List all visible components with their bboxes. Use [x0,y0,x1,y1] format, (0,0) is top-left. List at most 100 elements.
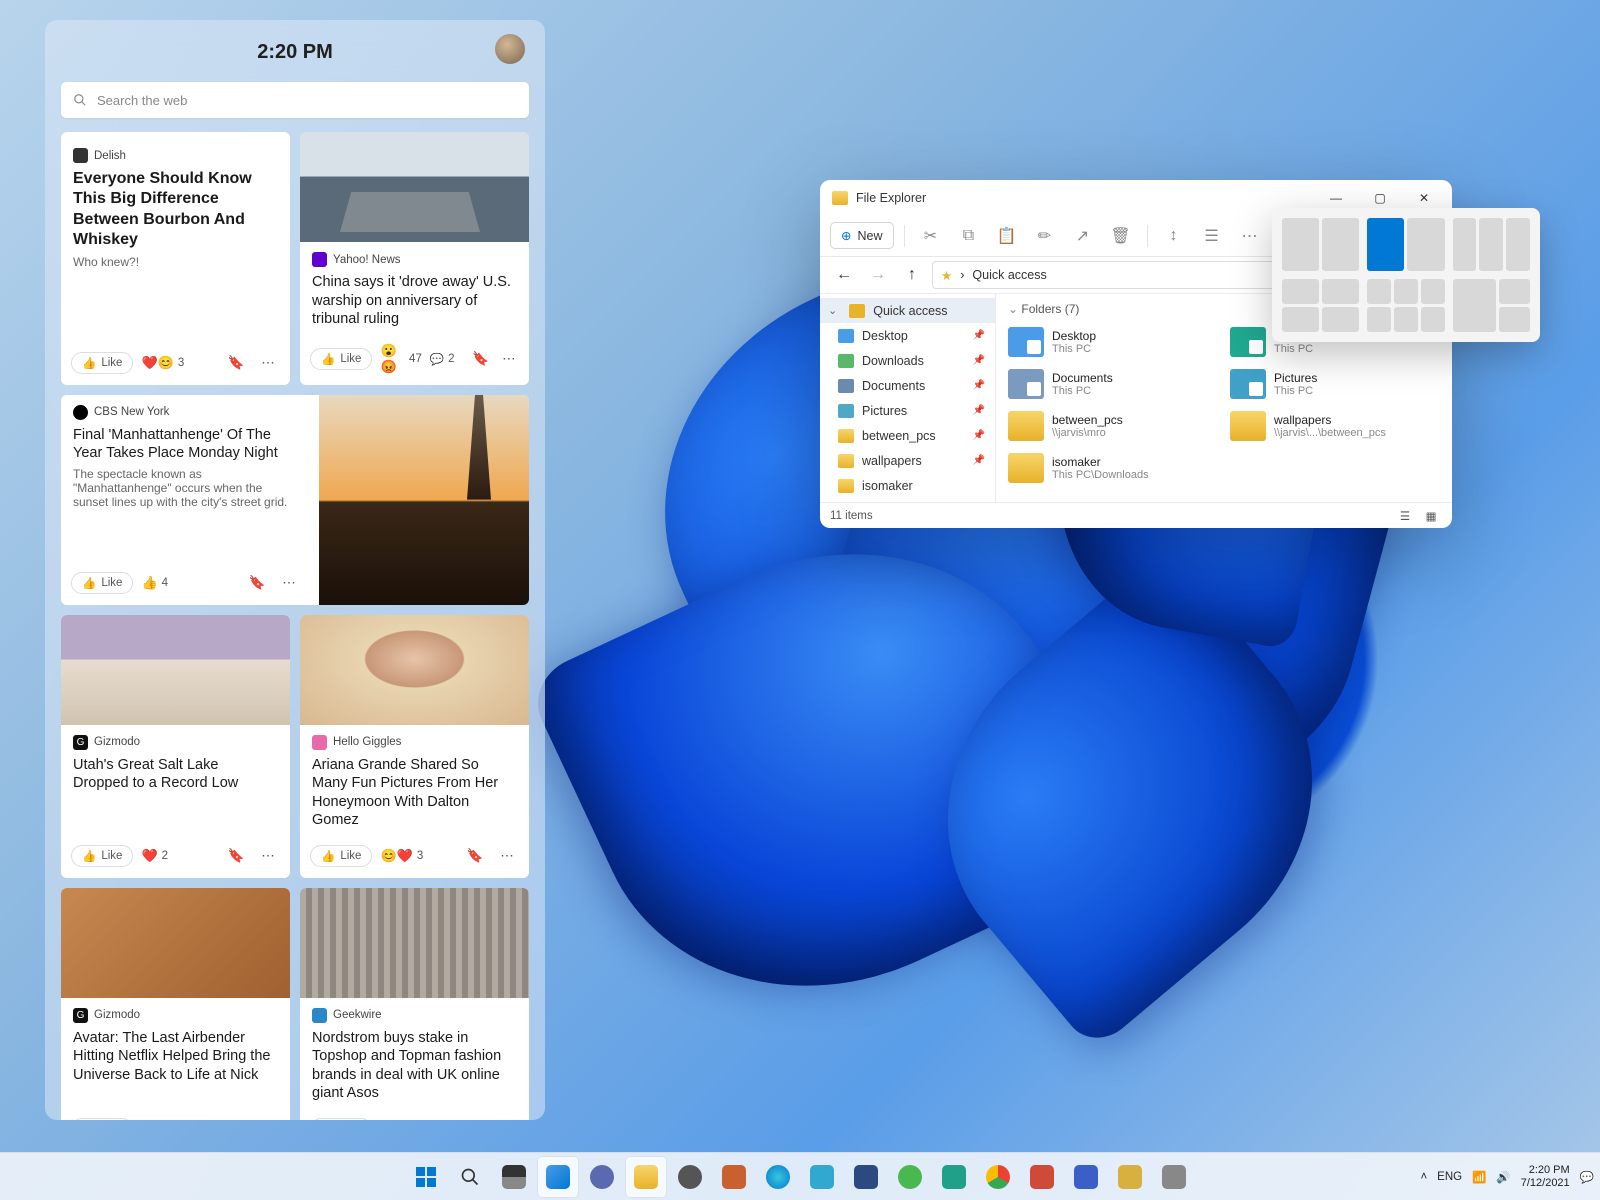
snap-layout-option[interactable] [1282,279,1359,332]
bookmark-icon[interactable]: 🔖 [224,1117,248,1120]
more-icon[interactable]: ⋯ [256,351,280,375]
taskbar-app-settings[interactable] [670,1157,710,1197]
sidebar-item-downloads[interactable]: Downloads📌 [820,348,995,373]
sort-icon[interactable]: ↕ [1158,221,1190,251]
taskbar-app-edge[interactable] [758,1157,798,1197]
snap-layout-option[interactable] [1367,218,1444,271]
delete-icon[interactable]: 🗑 [1105,221,1137,251]
bookmark-icon[interactable]: 🔖 [471,347,491,371]
bookmark-icon[interactable]: 🔖 [463,844,487,868]
back-button[interactable]: ← [830,261,858,289]
widgets-icon[interactable] [538,1157,578,1197]
tiles-view-icon[interactable]: ▦ [1420,507,1442,525]
sidebar-item-desktop[interactable]: Desktop📌 [820,323,995,348]
card-image [300,615,529,725]
folder-item[interactable]: DesktopThis PC [1008,324,1218,360]
tray-volume-icon[interactable]: 🔊 [1496,1170,1510,1184]
like-button[interactable]: 👍Like [310,845,372,867]
details-view-icon[interactable]: ☰ [1394,507,1416,525]
snap-layout-option[interactable] [1282,218,1359,271]
like-button[interactable]: 👍Like [310,348,372,370]
comments[interactable]: 💬2 [430,352,455,366]
reactions[interactable]: ❤️2 [141,848,168,864]
sidebar-item-pictures[interactable]: Pictures📌 [820,398,995,423]
news-card[interactable]: GGizmodo Avatar: The Last Airbender Hitt… [61,888,290,1120]
like-button[interactable]: 👍Like [71,845,133,867]
rename-icon[interactable]: ✏ [1029,221,1061,251]
tray-chevron-icon[interactable]: ˄ [1420,1171,1427,1183]
sidebar-item-documents[interactable]: Documents📌 [820,373,995,398]
reactions[interactable]: ❤️😊3 [141,355,184,371]
reactions[interactable]: 👍4 [141,575,168,591]
folder-item[interactable]: isomakerThis PC\Downloads [1008,450,1218,486]
up-button[interactable]: ↑ [898,261,926,289]
more-icon[interactable]: ⋯ [499,347,519,371]
folder-item[interactable]: PicturesThis PC [1230,366,1440,402]
news-card[interactable]: Yahoo! News China says it 'drove away' U… [300,132,529,385]
taskbar-app[interactable] [1066,1157,1106,1197]
cut-icon[interactable]: ✂ [915,221,947,251]
status-bar: 11 items ☰ ▦ [820,502,1452,528]
card-title: Everyone Should Know This Big Difference… [73,169,278,251]
folder-item[interactable]: DocumentsThis PC [1008,366,1218,402]
sidebar-item-folder[interactable]: isomaker [820,473,995,498]
bookmark-icon[interactable]: 🔖 [224,844,248,868]
card-title: China says it 'drove away' U.S. warship … [312,273,517,329]
news-card[interactable]: Delish Everyone Should Know This Big Dif… [61,132,290,385]
more-icon[interactable]: ⋯ [495,844,519,868]
taskbar-search-icon[interactable] [450,1157,490,1197]
paste-icon[interactable]: 📋 [991,221,1023,251]
like-button[interactable]: 👍Like [71,352,133,374]
sidebar-item-folder[interactable]: wallpapers📌 [820,448,995,473]
tray-network-icon[interactable]: 📶 [1472,1170,1486,1184]
snap-layout-option[interactable] [1367,279,1444,332]
news-card[interactable]: GGizmodo Utah's Great Salt Lake Dropped … [61,615,290,878]
reactions[interactable]: 😮😡47 [380,343,421,375]
taskbar-app[interactable] [1022,1157,1062,1197]
share-icon[interactable]: ↗ [1067,221,1099,251]
reactions[interactable]: 😊❤️3 [380,848,423,864]
taskbar-app[interactable] [934,1157,974,1197]
like-button[interactable]: 👍Like [310,1118,372,1120]
view-icon[interactable]: ☰ [1196,221,1228,251]
more-icon[interactable]: ⋯ [1234,221,1266,251]
bookmark-icon[interactable]: 🔖 [463,1117,487,1120]
more-icon[interactable]: ⋯ [277,571,301,595]
taskbar-app[interactable] [890,1157,930,1197]
taskbar-app-store[interactable] [846,1157,886,1197]
taskbar-app-chrome[interactable] [978,1157,1018,1197]
taskbar-app[interactable] [714,1157,754,1197]
snap-layout-option[interactable] [1453,218,1530,271]
taskbar-clock[interactable]: 2:20 PM 7/12/2021 [1521,1164,1570,1189]
taskbar-app[interactable] [1154,1157,1194,1197]
like-button[interactable]: 👍Like [71,572,133,594]
chat-icon[interactable] [582,1157,622,1197]
more-icon[interactable]: ⋯ [256,844,280,868]
taskbar-app[interactable] [802,1157,842,1197]
sidebar-item-folder[interactable]: between_pcs📌 [820,423,995,448]
snap-layout-option[interactable] [1453,279,1530,332]
widgets-search-input[interactable]: Search the web [61,82,529,118]
task-view-icon[interactable] [494,1157,534,1197]
user-avatar[interactable] [495,34,525,64]
sidebar-quick-access[interactable]: Quick access [820,298,995,323]
like-button[interactable]: 👍Like [71,1118,133,1120]
more-icon[interactable]: ⋯ [256,1117,280,1120]
language-indicator[interactable]: ENG [1437,1171,1462,1183]
notifications-icon[interactable]: 💬 [1580,1170,1594,1184]
start-button[interactable] [406,1157,446,1197]
news-card[interactable]: Geekwire Nordstrom buys stake in Topshop… [300,888,529,1120]
more-icon[interactable]: ⋯ [495,1117,519,1120]
bookmark-icon[interactable]: 🔖 [245,571,269,595]
folder-item[interactable]: between_pcs\\jarvis\mro [1008,408,1218,444]
news-card[interactable]: Hello Giggles Ariana Grande Shared So Ma… [300,615,529,878]
folder-item[interactable]: wallpapers\\jarvis\...\between_pcs [1230,408,1440,444]
copy-icon[interactable]: ⧉ [953,221,985,251]
taskbar-app-explorer[interactable] [626,1157,666,1197]
bookmark-icon[interactable]: 🔖 [224,351,248,375]
news-card[interactable]: CBS New York Final 'Manhattanhenge' Of T… [61,395,529,605]
new-button[interactable]: ⊕New [830,222,894,249]
search-icon [73,93,87,107]
forward-button[interactable]: → [864,261,892,289]
taskbar-app[interactable] [1110,1157,1150,1197]
